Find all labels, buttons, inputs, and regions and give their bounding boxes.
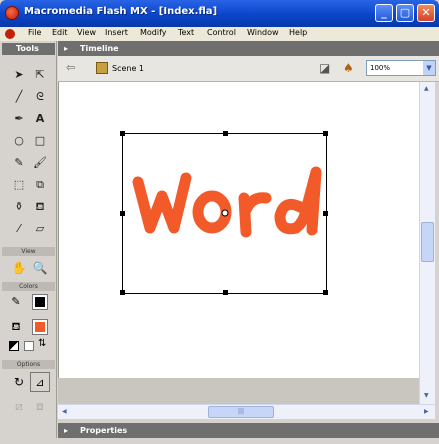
line-tool-icon[interactable]: ╱	[9, 87, 29, 107]
text-tool-icon[interactable]: A	[30, 109, 50, 129]
vertical-scrollbar[interactable]: ▲ ▼	[419, 82, 435, 404]
arrow-tool-icon[interactable]: ➤	[9, 65, 29, 85]
close-button[interactable]: ✕	[417, 4, 435, 22]
eraser-tool-icon[interactable]: ▱	[30, 219, 50, 239]
stroke-color-icon: ✎	[11, 295, 21, 308]
pasteboard	[58, 378, 419, 404]
properties-title: Properties	[80, 426, 128, 435]
zoom-tool-icon[interactable]: 🔍	[30, 258, 50, 278]
timeline-title: Timeline	[80, 44, 119, 53]
title-bar: Macromedia Flash MX - [Index.fla] _ ▢ ✕	[0, 0, 439, 27]
fill-color-icon: ⛾	[11, 320, 21, 333]
no-color-icon[interactable]	[24, 341, 34, 351]
window-title: Macromedia Flash MX - [Index.fla]	[24, 6, 218, 17]
word-stroke-d	[274, 166, 322, 236]
rotate-option-icon[interactable]: ⧄	[9, 396, 29, 416]
subselect-tool-icon[interactable]: ⇱	[30, 65, 50, 85]
transform-handle[interactable]	[323, 131, 328, 136]
menu-control[interactable]: Control	[207, 28, 236, 37]
tool-grid: ➤ ⇱ ╱ ᘓ ✒ A ○ □ ✎ 🖌 ⬚ ⧉ ⚱ ⛾ ⁄ ▱	[6, 63, 52, 263]
paint-bucket-tool-icon[interactable]: ⛾	[30, 197, 50, 217]
transform-handle[interactable]	[223, 131, 228, 136]
chevron-down-icon[interactable]: ▼	[423, 61, 435, 75]
transform-handle[interactable]	[223, 290, 228, 295]
default-colors-icon[interactable]	[9, 341, 19, 351]
menu-file[interactable]: File	[28, 28, 41, 37]
scale-option-icon[interactable]: ⧈	[30, 396, 50, 416]
colors-section-label: Colors	[2, 282, 55, 291]
word-stroke-r	[238, 192, 272, 238]
pen-tool-icon[interactable]: ✒	[9, 109, 29, 129]
scroll-up-arrow-icon[interactable]: ▲	[424, 85, 429, 92]
fill-color-swatch[interactable]	[32, 319, 48, 335]
scroll-right-arrow-icon[interactable]: ▶	[424, 408, 429, 415]
hand-tool-icon[interactable]: ✋	[9, 258, 29, 278]
smooth-option-icon[interactable]: ⊿	[30, 372, 50, 392]
menu-insert[interactable]: Insert	[105, 28, 128, 37]
swap-colors-icon[interactable]: ⇅	[38, 338, 50, 352]
menu-help[interactable]: Help	[289, 28, 307, 37]
scene-icon	[96, 62, 108, 74]
rectangle-tool-icon[interactable]: □	[30, 131, 50, 151]
snap-to-objects-icon[interactable]: ↻	[9, 372, 29, 392]
properties-expand-arrow-icon[interactable]: ▸	[64, 423, 68, 438]
zoom-value: 100%	[370, 64, 391, 72]
transform-handle[interactable]	[120, 131, 125, 136]
menu-bar: File Edit View Insert Modify Text Contro…	[0, 27, 439, 41]
properties-panel-header[interactable]: ▸ Properties	[58, 423, 439, 438]
tools-panel-title[interactable]: Tools	[2, 43, 55, 55]
scene-label[interactable]: Scene 1	[112, 64, 144, 73]
horizontal-scrollbar[interactable]: ◀ ||| ▶	[58, 404, 435, 419]
oval-tool-icon[interactable]: ○	[9, 131, 29, 151]
lasso-tool-icon[interactable]: ᘓ	[30, 87, 50, 107]
fill-transform-tool-icon[interactable]: ⧉	[30, 175, 50, 195]
horizontal-scroll-thumb[interactable]: |||	[208, 406, 274, 418]
zoom-select[interactable]: 100% ▼	[366, 60, 436, 76]
options-section-label: Options	[2, 360, 55, 369]
vertical-scroll-thumb[interactable]	[421, 222, 434, 262]
transform-handle[interactable]	[120, 290, 125, 295]
back-arrow-icon[interactable]: ⇦	[66, 61, 75, 74]
minimize-button[interactable]: _	[375, 4, 393, 22]
scroll-left-arrow-icon[interactable]: ◀	[62, 408, 67, 415]
window-bottom-edge	[0, 438, 439, 444]
edit-symbols-icon[interactable]: ◪	[319, 61, 330, 75]
edit-bar: ⇦ Scene 1 ◪ ♠ 100% ▼	[58, 56, 439, 82]
menu-text[interactable]: Text	[178, 28, 194, 37]
brush-tool-icon[interactable]: 🖌	[30, 153, 50, 173]
menu-window[interactable]: Window	[247, 28, 279, 37]
flash-app-icon[interactable]	[5, 6, 19, 20]
menu-edit[interactable]: Edit	[52, 28, 68, 37]
edit-scene-icon[interactable]: ♠	[343, 61, 354, 75]
transform-handle[interactable]	[120, 211, 125, 216]
scroll-down-arrow-icon[interactable]: ▼	[424, 392, 429, 399]
eyedropper-tool-icon[interactable]: ⁄	[9, 219, 29, 239]
timeline-panel-header[interactable]: ▸ Timeline	[58, 41, 439, 56]
cursor-icon	[221, 209, 229, 217]
pencil-tool-icon[interactable]: ✎	[9, 153, 29, 173]
menu-modify[interactable]: Modify	[140, 28, 167, 37]
document-icon[interactable]	[5, 29, 15, 39]
menu-view[interactable]: View	[77, 28, 96, 37]
tools-panel: Tools ➤ ⇱ ╱ ᘓ ✒ A ○ □ ✎ 🖌 ⬚ ⧉ ⚱ ⛾ ⁄ ▱ Vi…	[0, 41, 57, 444]
transform-handle[interactable]	[323, 290, 328, 295]
ink-bottle-tool-icon[interactable]: ⚱	[9, 197, 29, 217]
view-section-label: View	[2, 247, 55, 256]
brush-drawing-word[interactable]	[128, 160, 328, 250]
word-stroke-w	[132, 172, 192, 234]
maximize-button[interactable]: ▢	[396, 4, 414, 22]
stroke-color-swatch[interactable]	[32, 294, 48, 310]
free-transform-tool-icon[interactable]: ⬚	[9, 175, 29, 195]
timeline-expand-arrow-icon[interactable]: ▸	[64, 41, 68, 56]
